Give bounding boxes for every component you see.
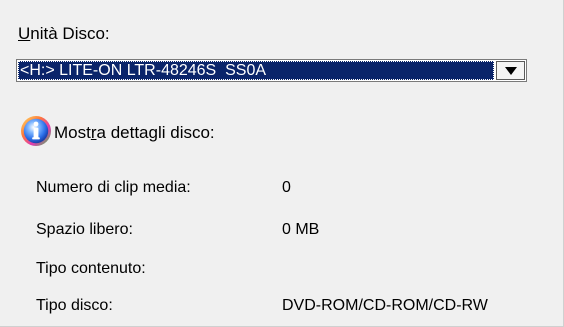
info-row-value: 0: [282, 179, 291, 196]
info-row-key: Tipo contenuto:: [36, 260, 146, 277]
drive-dropdown-button[interactable]: [496, 61, 525, 80]
disc-details-label-part: a dettagli disco:: [96, 123, 215, 142]
info-row-value: 0 MB: [282, 221, 320, 238]
drive-select[interactable]: <H:> LITE-ON LTR-48246S SS0A: [16, 59, 527, 82]
info-row-value: DVD-ROM/CD-ROM/CD-RW: [282, 297, 488, 314]
info-row-key: Tipo disco:: [36, 297, 113, 314]
disc-details-label: Mostra dettagli disco:: [54, 123, 215, 143]
drive-select-value[interactable]: <H:> LITE-ON LTR-48246S SS0A: [18, 61, 494, 80]
disc-info-panel: Unità Disco: <H:> LITE-ON LTR-48246S SS0…: [0, 0, 564, 327]
chevron-down-icon: [505, 67, 517, 75]
info-icon: [21, 116, 51, 146]
drive-label-text: nità Disco:: [30, 24, 110, 43]
info-row-key: Spazio libero:: [36, 221, 133, 238]
disc-details-label-part: Most: [54, 123, 91, 142]
info-row-key: Numero di clip media:: [36, 179, 191, 196]
drive-label-mnemonic: U: [18, 24, 31, 43]
drive-label: Unità Disco:: [18, 24, 110, 44]
